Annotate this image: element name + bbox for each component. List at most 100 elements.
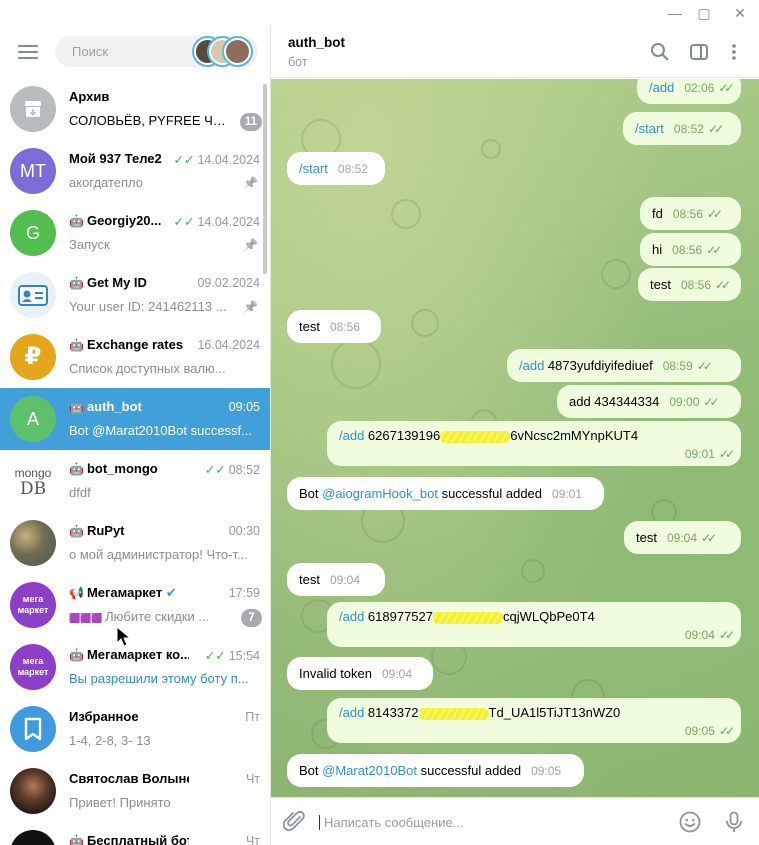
chat-preview: Your user ID: 241462113 ...: [69, 299, 259, 314]
chat-item[interactable]: 🤖 Get My ID 09.02.2024 Your user ID: 241462…: [0, 264, 270, 326]
stories-avatars[interactable]: [194, 38, 254, 65]
chat-item[interactable]: Избранное Пт 1-4, 2-8, 3- 13: [0, 698, 270, 760]
background-doodle: [481, 139, 501, 159]
background-doodle: [411, 309, 439, 337]
incoming-message[interactable]: test 09:04: [287, 563, 385, 596]
message-input[interactable]: Написать сообщение...: [319, 815, 464, 830]
chat-list-header: Поиск: [0, 26, 270, 78]
message-text: 6267139196: [364, 428, 441, 443]
channel-icon: 📢: [69, 586, 84, 600]
chat-name: Мой 937 Теле2: [69, 151, 189, 166]
message-text: 4873yufdiyifediuef: [544, 358, 653, 373]
microphone-icon[interactable]: [722, 810, 746, 834]
message-meta: 09:04: [320, 572, 360, 587]
message-text: Bot: [299, 486, 323, 501]
message-meta: 08:52 ✓✓: [664, 121, 724, 136]
chat-item[interactable]: Святослав Волынец Чт Привет! Принято: [0, 760, 270, 822]
chat-item[interactable]: MT Мой 937 Теле2 ✓✓ 14.04.2024 акогдатепло 📌: [0, 140, 270, 202]
incoming-message[interactable]: Bot @aiogramHook_bot successful added 09:…: [287, 477, 604, 510]
incoming-message[interactable]: Bot @Marat2010Bot successful added 09:05: [287, 754, 584, 787]
outgoing-message[interactable]: hi 08:56 ✓✓: [640, 233, 741, 266]
chat-item[interactable]: G 🤖 Georgiy20... ✓✓ 14.04.2024 Запуск 📌: [0, 202, 270, 264]
pin-icon: 📌: [243, 238, 258, 252]
chat-item[interactable]: мега маркет 📢 Мегамаркет ✔ 17:59 🟪🟪🟪 Любите …: [0, 574, 270, 636]
chat-preview-text: о мой администратор! Что-т...: [69, 547, 248, 562]
chat-preview-text: акогдатепло: [69, 175, 144, 190]
emoji-icon[interactable]: [678, 810, 702, 834]
message-text: cqjWLQbPe0T4: [503, 609, 595, 624]
minimize-icon[interactable]: —: [666, 4, 684, 22]
story-avatar[interactable]: [224, 38, 251, 65]
chat-preview-text: Привет! Принято: [69, 795, 171, 810]
bot-command-link[interactable]: /add: [339, 428, 364, 443]
redaction-scribble: [433, 611, 503, 624]
outgoing-message[interactable]: test 08:56 ✓✓: [638, 268, 741, 301]
bot-icon: 🤖: [69, 276, 84, 290]
chat-time-text: 17:59: [228, 586, 260, 600]
mention-link[interactable]: @aiogramHook_bot: [322, 486, 438, 501]
search-input[interactable]: Поиск: [55, 36, 258, 67]
message-meta: 08:59 ✓✓: [653, 358, 713, 373]
background-doodle: [331, 339, 381, 389]
chat-item[interactable]: A 🤖 auth_bot 09:05 Bot @Marat2010Bot success…: [0, 388, 270, 450]
mention-link[interactable]: @Marat2010Bot: [322, 763, 417, 778]
chat-time: ✓✓ 08:52: [205, 462, 260, 477]
more-vertical-icon[interactable]: [724, 42, 744, 62]
media-thumbnails-icon: 🟪🟪🟪: [69, 613, 106, 623]
redaction-scribble: [418, 707, 489, 720]
chat-item[interactable]: 🤖 RuPyt 00:30 о мой администратор! Что-т...: [0, 512, 270, 574]
chat-time: 09.02.2024: [197, 276, 260, 290]
chat-avatar: [10, 86, 56, 132]
chat-item[interactable]: mongo DB 🤖 bot_mongo ✓✓ 08:52 dfdf: [0, 450, 270, 512]
menu-icon[interactable]: [18, 45, 38, 59]
chat-name: 🤖 Exchange rates: [69, 337, 189, 352]
bot-command-link[interactable]: /start: [299, 161, 328, 176]
pin-icon: 📌: [243, 176, 258, 190]
outgoing-message[interactable]: fd 08:56 ✓✓: [640, 197, 741, 230]
outgoing-message[interactable]: /add 8143372 Td_UA1l5TiJT13nWZ0 09:05 ✓✓: [327, 698, 741, 743]
chat-time-text: Чт: [245, 772, 260, 786]
outgoing-message[interactable]: /add 618977527 cqjWLQbPe0T4 09:04 ✓✓: [327, 602, 741, 647]
chat-item[interactable]: ₽ 🤖 Exchange rates 16.04.2024 Список доступн…: [0, 326, 270, 388]
message-time: 02:06: [684, 81, 715, 95]
maximize-icon[interactable]: ▢: [695, 4, 713, 22]
bot-command-link[interactable]: /add: [339, 609, 364, 624]
incoming-message[interactable]: Invalid token 09:04: [287, 657, 433, 690]
message-meta: 09:04 ✓✓: [675, 626, 735, 644]
outgoing-message[interactable]: test 09:04 ✓✓: [624, 521, 741, 554]
message-composer[interactable]: Написать сообщение...: [271, 797, 759, 845]
chat-name-text: Exchange rates: [86, 337, 184, 352]
search-icon[interactable]: [650, 42, 670, 62]
chat-time-text: 08:52: [228, 463, 260, 477]
message-meta: 09:05 ✓✓: [675, 722, 735, 740]
bot-command-link[interactable]: /add: [649, 80, 674, 95]
chat-preview: акогдатепло: [69, 175, 259, 190]
incoming-message[interactable]: test 08:56: [287, 310, 381, 343]
conversation-header[interactable]: auth_bot бот: [271, 26, 759, 78]
attach-icon[interactable]: [283, 810, 307, 834]
outgoing-message[interactable]: add 434344334 09:00 ✓✓: [557, 385, 741, 418]
bot-command-link[interactable]: /add: [519, 358, 544, 373]
chat-avatar: ₽: [10, 334, 56, 380]
read-ticks-icon: ✓✓: [204, 463, 226, 477]
chat-list-panel: Поиск Архив СОЛОВЬЁВ, PYFREE Чат... 11 MT Мо…: [0, 26, 271, 845]
outgoing-message[interactable]: /start 08:52 ✓✓: [623, 112, 741, 145]
chat-name-text: bot_mongo: [86, 461, 158, 476]
chat-item[interactable]: Архив СОЛОВЬЁВ, PYFREE Чат... 11: [0, 78, 270, 140]
close-icon[interactable]: ✕: [731, 4, 749, 22]
chat-item[interactable]: 🤖Бесплатный бот One... Чт: [0, 822, 270, 845]
bot-icon: 🤖: [69, 648, 84, 662]
outgoing-message[interactable]: /add 02:06 ✓✓: [637, 79, 741, 104]
incoming-message[interactable]: /start 08:52: [287, 152, 385, 185]
outgoing-message[interactable]: /add 4873yufdiyifediuef 08:59 ✓✓: [507, 349, 741, 382]
chat-preview: 🟪🟪🟪 Любите скидки ...: [69, 609, 229, 624]
outgoing-message[interactable]: /add 6267139196 6vNcsc2mMYnpKUT4 09:01 ✓✓: [327, 421, 741, 466]
message-text: Td_UA1l5TiJT13nWZ0: [488, 705, 621, 720]
bot-command-link[interactable]: /start: [635, 121, 664, 136]
chat-item[interactable]: мега маркет 🤖 Мегамаркет ко... ✓✓ 15:54 Вы ра…: [0, 636, 270, 698]
bot-command-link[interactable]: /add: [339, 705, 364, 720]
message-text: Invalid token: [299, 666, 372, 681]
sidebar-toggle-icon[interactable]: [689, 42, 709, 62]
read-ticks-icon: ✓✓: [706, 243, 722, 257]
message-area[interactable]: /add 02:06 ✓✓/start 08:52 ✓✓/start 08:52 fd 08:…: [271, 79, 759, 797]
